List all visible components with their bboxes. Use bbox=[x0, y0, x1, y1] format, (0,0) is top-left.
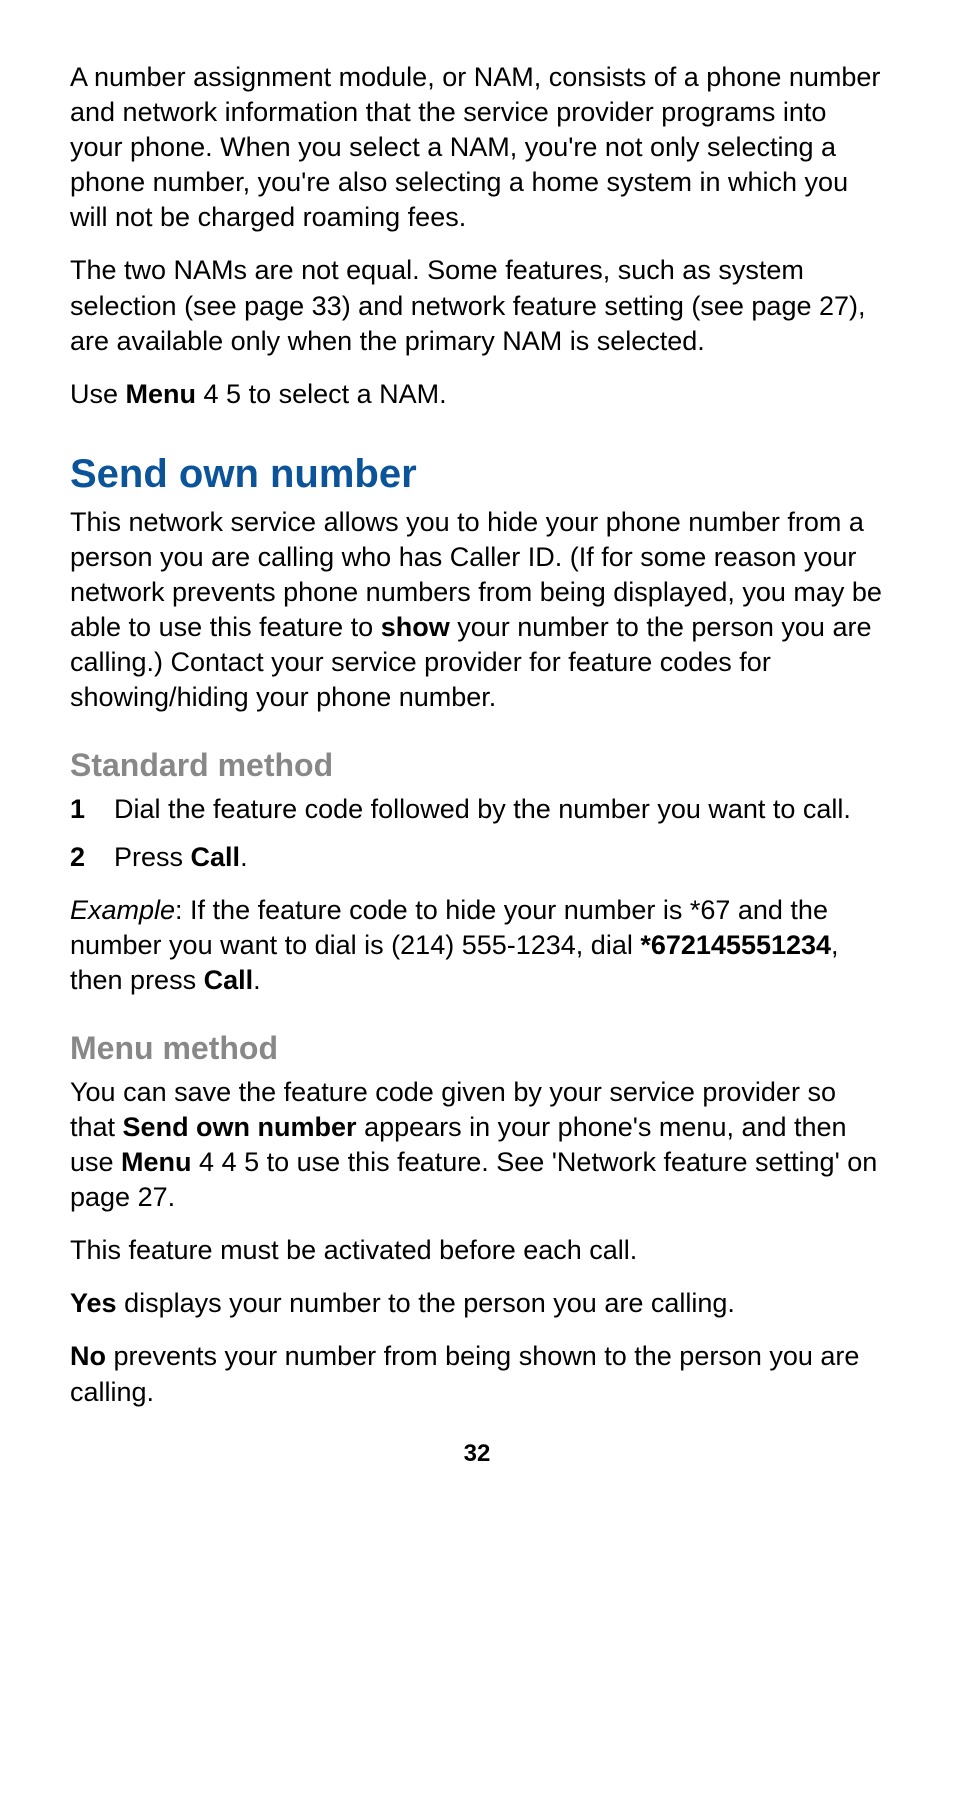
step-text: Press bbox=[114, 842, 191, 872]
paragraph-example: Example: If the feature code to hide you… bbox=[70, 893, 884, 998]
text: 4 4 5 to use this feature. See 'Network … bbox=[70, 1147, 877, 1212]
dial-string: *672145551234 bbox=[640, 930, 831, 960]
paragraph-activation-note: This feature must be activated before ea… bbox=[70, 1233, 884, 1268]
paragraph-send-own-desc: This network service allows you to hide … bbox=[70, 505, 884, 716]
heading-send-own-number: Send own number bbox=[70, 452, 884, 497]
show-keyword: show bbox=[381, 612, 450, 642]
step-text: Dial the feature code followed by the nu… bbox=[114, 794, 851, 824]
text: . bbox=[253, 965, 261, 995]
step-2: 2 Press Call. bbox=[70, 840, 884, 875]
text: displays your number to the person you a… bbox=[117, 1288, 735, 1318]
heading-menu-method: Menu method bbox=[70, 1030, 884, 1067]
paragraph-nam-intro: A number assignment module, or NAM, cons… bbox=[70, 60, 884, 235]
example-label: Example bbox=[70, 895, 175, 925]
paragraph-menu-method-desc: You can save the feature code given by y… bbox=[70, 1075, 884, 1215]
no-keyword: No bbox=[70, 1341, 106, 1371]
steps-list: 1 Dial the feature code followed by the … bbox=[70, 792, 884, 874]
step-1: 1 Dial the feature code followed by the … bbox=[70, 792, 884, 827]
paragraph-use-menu: Use Menu 4 5 to select a NAM. bbox=[70, 377, 884, 412]
step-number: 1 bbox=[70, 792, 85, 827]
call-keyword: Call bbox=[204, 965, 254, 995]
call-keyword: Call bbox=[191, 842, 241, 872]
paragraph-yes-option: Yes displays your number to the person y… bbox=[70, 1286, 884, 1321]
text: Use bbox=[70, 379, 126, 409]
text: prevents your number from being shown to… bbox=[70, 1341, 859, 1406]
menu-keyword: Menu bbox=[121, 1147, 192, 1177]
paragraph-nam-notequal: The two NAMs are not equal. Some feature… bbox=[70, 253, 884, 358]
step-text: . bbox=[240, 842, 248, 872]
text: 4 5 to select a NAM. bbox=[196, 379, 447, 409]
menu-keyword: Menu bbox=[126, 379, 197, 409]
paragraph-no-option: No prevents your number from being shown… bbox=[70, 1339, 884, 1409]
step-number: 2 bbox=[70, 840, 85, 875]
yes-keyword: Yes bbox=[70, 1288, 117, 1318]
page-number: 32 bbox=[70, 1440, 884, 1468]
page-content: A number assignment module, or NAM, cons… bbox=[0, 0, 954, 1508]
heading-standard-method: Standard method bbox=[70, 747, 884, 784]
send-own-number-keyword: Send own number bbox=[123, 1112, 357, 1142]
